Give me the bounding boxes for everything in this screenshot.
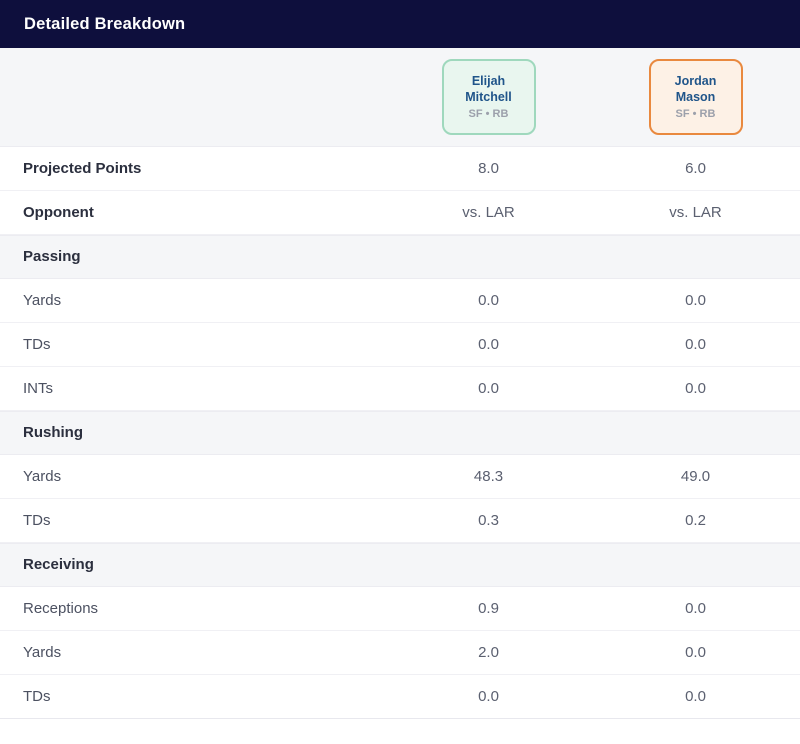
stat-value-cell: 8.0 [385,160,592,177]
row-label-cell: Yards [0,644,385,662]
row-label-cell: TDs [0,512,385,530]
stat-value-cell: 0.0 [592,336,799,353]
table-row: Yards 2.0 0.0 [0,631,800,675]
stat-value: 49.0 [680,468,711,485]
stat-value-cell: 0.3 [385,512,592,529]
player-column-1: Elijah Mitchell SF • RB [385,59,592,135]
stat-label: Yards [23,643,62,661]
stat-value-cell: 0.0 [385,688,592,705]
stat-label: TDs [23,335,51,353]
section-label: Receiving [23,556,94,573]
player-meta-1: SF • RB [468,107,509,120]
player-card-2[interactable]: Jordan Mason SF • RB [648,59,743,135]
stat-label: TDs [23,511,51,529]
table-row: Yards 48.3 49.0 [0,455,800,499]
stat-value: 0.9 [478,600,499,617]
table-row: TDs 0.3 0.2 [0,499,800,543]
row-label-cell: Opponent [0,204,385,222]
stat-value: 0.0 [478,292,499,309]
bottom-spacer [0,719,800,744]
table-row: INTs 0.0 0.0 [0,367,800,411]
stat-value-cell: vs. LAR [385,204,592,221]
player-last-name-1: Mitchell [465,89,512,104]
stat-value: 6.0 [685,160,706,177]
stat-value: 48.3 [473,468,504,485]
stat-value-cell: 0.0 [385,380,592,397]
stat-value-cell: 2.0 [385,644,592,661]
section-header-row: Receiving [0,543,800,587]
row-label-cell: Rushing [0,424,385,442]
stat-value-cell: 0.0 [592,600,799,617]
stat-value: 0.0 [685,380,706,397]
stat-label: TDs [23,687,51,705]
stat-value-cell: 0.0 [592,380,799,397]
stat-value-cell: 0.0 [385,336,592,353]
section-header-row: Rushing [0,411,800,455]
player-meta-2: SF • RB [675,107,716,120]
row-label-cell: INTs [0,380,385,398]
stat-label: Projected Points [23,159,142,177]
stat-value: 8.0 [478,160,499,177]
section-label: Passing [23,248,81,265]
table-row: Receptions 0.9 0.0 [0,587,800,631]
stat-value-cell: 0.0 [592,292,799,309]
stat-value: 0.0 [685,644,706,661]
section-header-row: Passing [0,235,800,279]
row-label-cell: Receiving [0,556,385,574]
player-column-2: Jordan Mason SF • RB [592,59,799,135]
row-label-cell: TDs [0,688,385,706]
row-label-cell: Passing [0,248,385,266]
stat-value: vs. LAR [462,204,515,221]
page-title: Detailed Breakdown [24,14,186,33]
table-row: Opponent vs. LAR vs. LAR [0,191,800,235]
stat-value: 0.0 [478,688,499,705]
stat-label: Yards [23,291,62,309]
table-row: Yards 0.0 0.0 [0,279,800,323]
stat-label: Yards [23,467,62,485]
panel-header: Detailed Breakdown [0,0,800,48]
row-label-cell: Projected Points [0,160,385,178]
row-label-cell: Receptions [0,600,385,618]
breakdown-rows: Projected Points 8.0 6.0 Opponent vs. LAR vs.… [0,147,800,744]
row-label-cell: Yards [0,292,385,310]
stat-value-cell: 0.2 [592,512,799,529]
row-label-cell: TDs [0,336,385,354]
stat-value: vs. LAR [669,204,722,221]
stat-value-cell: 0.0 [385,292,592,309]
table-row: TDs 0.0 0.0 [0,675,800,719]
row-label-cell: Yards [0,468,385,486]
stat-value: 0.0 [685,600,706,617]
stat-value: 0.2 [685,512,706,529]
stat-value: 0.0 [478,380,499,397]
stat-value: 0.0 [478,336,499,353]
player-card-1[interactable]: Elijah Mitchell SF • RB [441,59,536,135]
stat-label: Receptions [23,599,99,617]
stat-value-cell: vs. LAR [592,204,799,221]
stat-value-cell: 6.0 [592,160,799,177]
player-first-name-1: Elijah [471,73,506,88]
player-comparison-header: Elijah Mitchell SF • RB Jordan Mason SF … [0,48,800,147]
stat-label: INTs [23,379,53,397]
stat-value: 0.3 [478,512,499,529]
stat-value: 0.0 [685,688,706,705]
section-label: Rushing [23,424,83,441]
stat-label: Opponent [23,203,94,221]
stat-value: 0.0 [685,292,706,309]
detailed-breakdown-panel: Detailed Breakdown Elijah Mitchell SF • … [0,0,800,744]
stat-value-cell: 0.0 [592,644,799,661]
player-first-name-2: Jordan [674,73,717,88]
table-row: Projected Points 8.0 6.0 [0,147,800,191]
stat-value-cell: 48.3 [385,468,592,485]
stat-value-cell: 0.9 [385,600,592,617]
player-last-name-2: Mason [675,89,716,104]
table-row: TDs 0.0 0.0 [0,323,800,367]
stat-value-cell: 0.0 [592,688,799,705]
stat-value: 0.0 [685,336,706,353]
stat-value-cell: 49.0 [592,468,799,485]
stat-value: 2.0 [478,644,499,661]
